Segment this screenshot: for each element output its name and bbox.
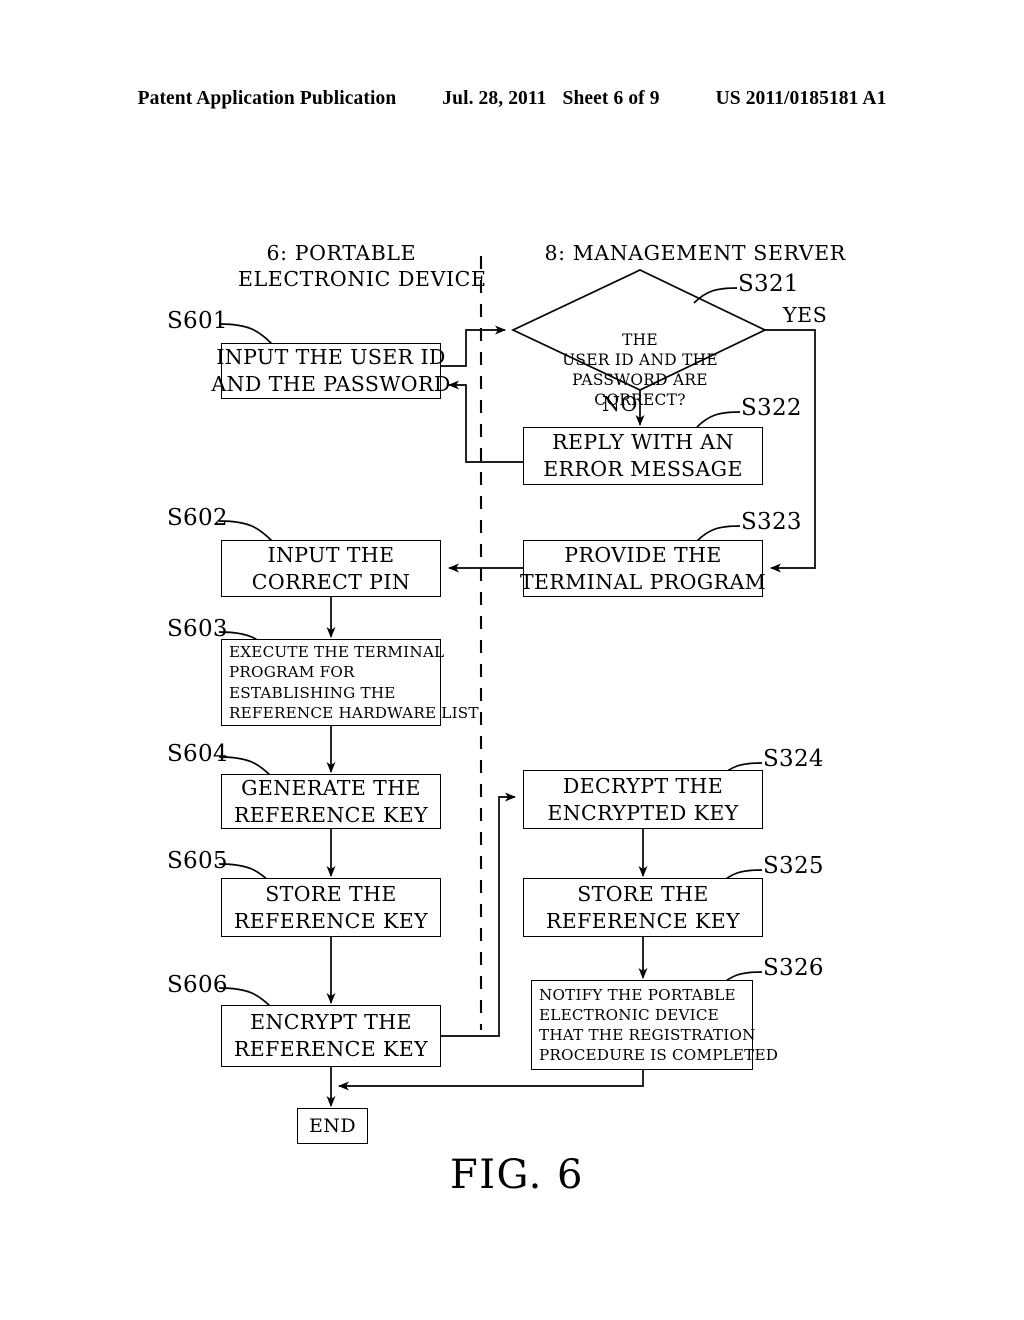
process-box-s602[interactable]: INPUT THE CORRECT PIN — [221, 540, 441, 597]
process-box-s604[interactable]: GENERATE THE REFERENCE KEY — [221, 774, 441, 829]
step-tag-s323: S323 — [741, 509, 802, 535]
conn-s326-to-end — [338, 1070, 644, 1091]
figure-caption: FIG. 6 — [450, 1152, 584, 1198]
step-tag-s605: S605 — [167, 848, 228, 874]
process-box-s326[interactable]: NOTIFY THE PORTABLE ELECTRONIC DEVICE TH… — [531, 980, 778, 1070]
terminator-end[interactable]: END — [297, 1108, 368, 1144]
conn-s322-to-s601 — [448, 380, 523, 463]
step-tag-s324: S324 — [763, 746, 824, 772]
step-tag-s326: S326 — [763, 955, 824, 981]
process-box-s606[interactable]: ENCRYPT THE REFERENCE KEY — [221, 1005, 441, 1067]
step-tag-s325: S325 — [763, 853, 824, 879]
step-tag-s601: S601 — [167, 308, 228, 334]
step-tag-s606: S606 — [167, 972, 228, 998]
process-box-s605[interactable]: STORE THE REFERENCE KEY — [221, 878, 441, 937]
branch-label-yes: YES — [783, 303, 828, 327]
leader-s322 — [696, 411, 741, 428]
process-box-s603[interactable]: EXECUTE THE TERMINAL PROGRAM FOR ESTABLI… — [221, 639, 479, 726]
step-tag-s321: S321 — [738, 271, 799, 297]
process-box-s322[interactable]: REPLY WITH AN ERROR MESSAGE — [523, 427, 763, 485]
leader-s323 — [696, 525, 741, 542]
flowchart-figure: 6: PORTABLE ELECTRONIC DEVICE 8: MANAGEM… — [0, 0, 1024, 1320]
step-tag-s322: S322 — [741, 395, 802, 421]
conn-s606-to-s324 — [441, 792, 516, 1037]
process-box-s601[interactable]: INPUT THE USER ID AND THE PASSWORD — [211, 343, 450, 399]
branch-label-no: NO — [602, 392, 638, 416]
step-tag-s604: S604 — [167, 741, 228, 767]
process-box-s324[interactable]: DECRYPT THE ENCRYPTED KEY — [523, 770, 763, 829]
column-heading-portable-device: 6: PORTABLE ELECTRONIC DEVICE — [238, 240, 487, 292]
process-box-s325[interactable]: STORE THE REFERENCE KEY — [523, 878, 763, 937]
step-tag-s603: S603 — [167, 616, 228, 642]
flowchart-connectors — [218, 256, 816, 1107]
process-box-s323[interactable]: PROVIDE THE TERMINAL PROGRAM — [520, 540, 766, 597]
step-tag-s602: S602 — [167, 505, 228, 531]
